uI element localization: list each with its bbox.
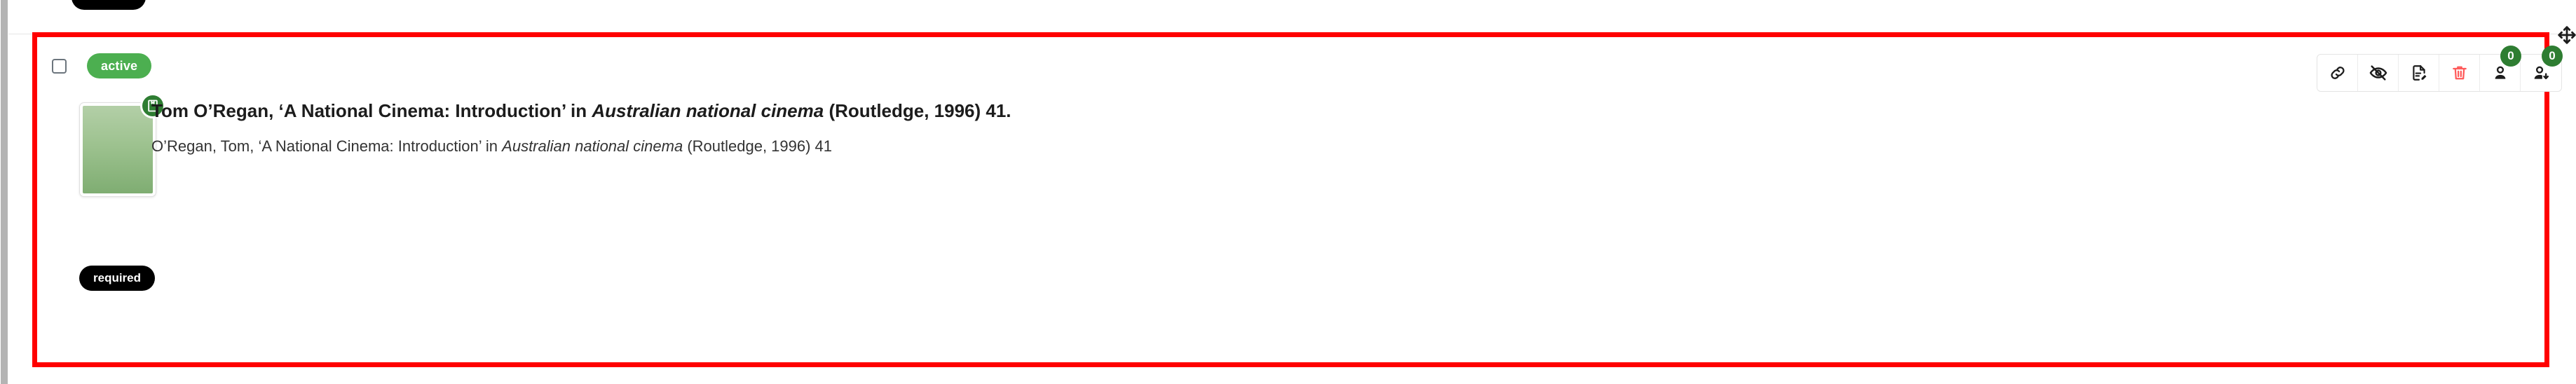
file-edit-icon [2412, 65, 2427, 81]
required-badge: required [79, 266, 156, 291]
trash-icon [2452, 66, 2467, 80]
citation-text-run: Tom O’Regan, ‘A National Cinema: Introdu… [151, 100, 592, 121]
page-scrollbar[interactable] [0, 0, 8, 384]
highlight-box: active required Tom O’Regan, ‘A National… [32, 32, 2563, 367]
citation-title[interactable]: Tom O’Regan, ‘A National Cinema: Introdu… [151, 100, 1011, 123]
citation-text-run: (Routledge, 1996) 41. [824, 100, 1011, 121]
user-download-icon-button[interactable]: 0 [2521, 46, 2563, 91]
eye-off-icon-button[interactable] [2358, 55, 2399, 91]
thumbnail-cover-image [83, 106, 153, 193]
user-icon [2495, 66, 2505, 79]
move-icon [2558, 26, 2576, 44]
file-edit-icon-button[interactable] [2399, 55, 2439, 91]
citation-italic-run: Australian national cinema [592, 100, 824, 121]
user-download-icon [2534, 66, 2549, 80]
reading-list-page: active required Tom O’Regan, ‘A National… [8, 0, 2576, 384]
eye-off-icon [2369, 65, 2387, 81]
previous-row-badge [71, 0, 146, 10]
citation-subtitle: O’Regan, Tom, ‘A National Cinema: Introd… [151, 137, 832, 156]
user-icon-button[interactable]: 0 [2480, 46, 2521, 91]
link-icon-button[interactable] [2317, 55, 2358, 91]
citation-text-run: O’Regan, Tom, ‘A National Cinema: Introd… [151, 137, 503, 155]
page-scrollbar-thumb[interactable] [1, 0, 8, 384]
row-select-checkbox[interactable] [52, 59, 67, 74]
user-download-count-badge: 0 [2542, 46, 2563, 67]
reading-thumbnail[interactable] [79, 93, 165, 197]
link-icon [2330, 67, 2345, 79]
status-badge: active [87, 53, 152, 78]
move-icon-handle[interactable] [2553, 21, 2576, 49]
citation-italic-run: Australian national cinema [502, 137, 683, 155]
citation-text-run: (Routledge, 1996) 41 [683, 137, 833, 155]
user-count-badge: 0 [2500, 46, 2521, 67]
row-action-toolbar: 0 0 [2317, 46, 2563, 92]
trash-icon-button[interactable] [2439, 55, 2480, 91]
